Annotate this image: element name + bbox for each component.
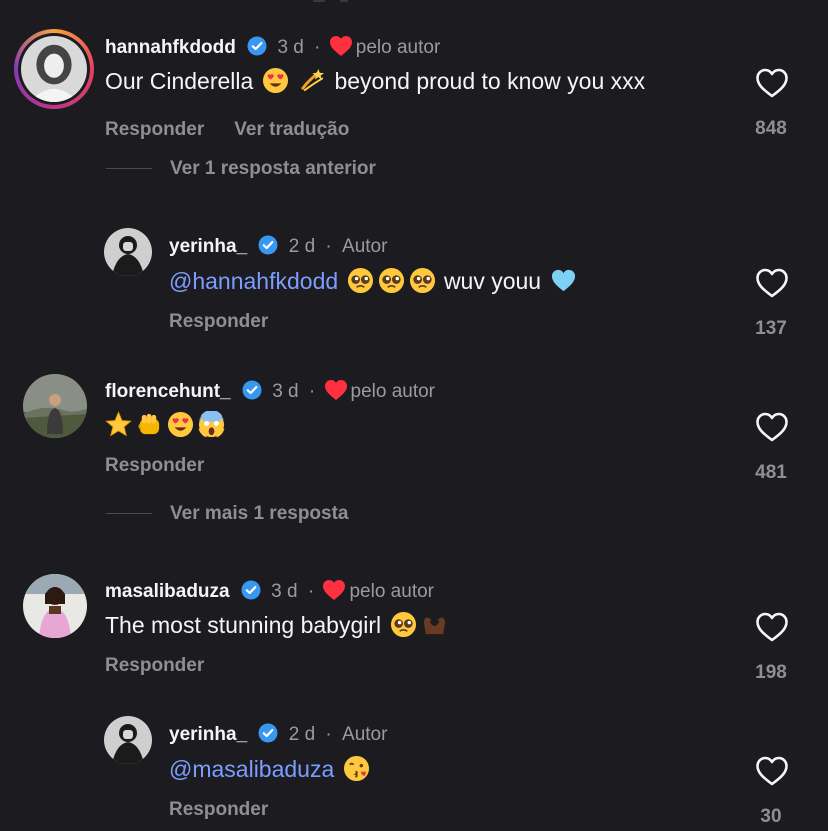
liked-by-author-label: pelo autor [350,381,436,402]
like-button-heart-outline-icon[interactable] [755,412,789,442]
like-count: 848 [755,118,787,139]
timestamp: 3 d [272,381,299,402]
timestamp: 2 d [288,724,316,745]
light-blue-heart-emoji [550,267,577,294]
like-count: 481 [755,462,787,483]
username[interactable]: yerinha_ [169,724,247,745]
previous-comment-edge [0,0,828,6]
fist-emoji [136,411,163,438]
reply-button[interactable]: Responder [105,119,204,140]
like-button-heart-outline-icon[interactable] [755,268,789,298]
username[interactable]: masalibaduza [105,581,230,602]
username[interactable]: hannahfkdodd [105,37,236,58]
verified-badge-icon [258,235,278,255]
mention-link[interactable]: @hannahfkdodd [169,268,338,294]
kissing-heart-emoji [343,755,370,782]
like-button-heart-outline-icon[interactable] [755,756,789,786]
reply-button[interactable]: Responder [105,455,204,476]
timestamp: 2 d [288,236,316,257]
avatar[interactable] [104,716,152,764]
timestamp: 3 d [271,581,298,602]
comment-text: Our Cinderella beyond proud to know you … [105,67,646,94]
heart-eyes-emoji [167,411,194,438]
separator: · [307,581,315,602]
like-count: 198 [755,662,787,683]
view-replies-button[interactable]: Ver 1 resposta anterior [106,158,376,180]
liked-by-author-label: pelo autor [349,581,434,602]
comment-text [103,409,227,440]
comment-text: The most stunning babygirl [105,610,450,640]
author-label: Autor [342,724,388,745]
username[interactable]: yerinha_ [169,236,247,257]
scream-emoji [198,409,225,438]
comment-text: @masalibaduza [169,754,372,784]
author-label: Autor [342,236,388,257]
timestamp: 3 d [277,37,304,58]
like-count: 137 [755,318,787,339]
avatar[interactable] [23,374,87,438]
pleading-face-emoji [409,267,436,294]
verified-badge-icon [241,580,261,600]
reply-button[interactable]: Responder [169,311,268,332]
avatar[interactable] [104,228,152,276]
see-translation-button[interactable]: Ver tradução [234,119,349,140]
heart-hands-emoji [421,611,448,638]
mention-link[interactable]: @masalibaduza [169,756,334,782]
pleading-face-emoji [347,267,374,294]
avatar[interactable] [23,574,87,638]
separator: · [314,37,321,58]
comment-text: @hannahfkdodd wuv youu [169,266,579,296]
pleading-face-emoji [378,267,405,294]
heart-eyes-emoji [262,67,289,94]
heart-filled-icon [329,35,353,57]
dizzy-emoji [299,67,326,94]
star-emoji [105,411,132,438]
verified-badge-icon [242,380,262,400]
heart-filled-icon [322,579,346,601]
liked-by-author-label: pelo autor [355,37,441,58]
avatar[interactable] [14,29,94,109]
view-replies-button[interactable]: Ver mais 1 resposta [106,503,349,525]
separator: · [325,724,332,745]
username[interactable]: florencehunt_ [105,381,231,402]
like-button-heart-outline-icon[interactable] [755,68,789,98]
separator: · [308,381,316,402]
reply-button[interactable]: Responder [169,799,268,820]
heart-filled-icon [324,379,348,401]
like-button-heart-outline-icon[interactable] [755,612,789,642]
verified-badge-icon [258,723,278,743]
like-count: 30 [760,806,782,827]
reply-button[interactable]: Responder [105,655,204,676]
pleading-face-emoji [390,611,417,638]
verified-badge-icon [247,36,267,56]
separator: · [325,236,332,257]
